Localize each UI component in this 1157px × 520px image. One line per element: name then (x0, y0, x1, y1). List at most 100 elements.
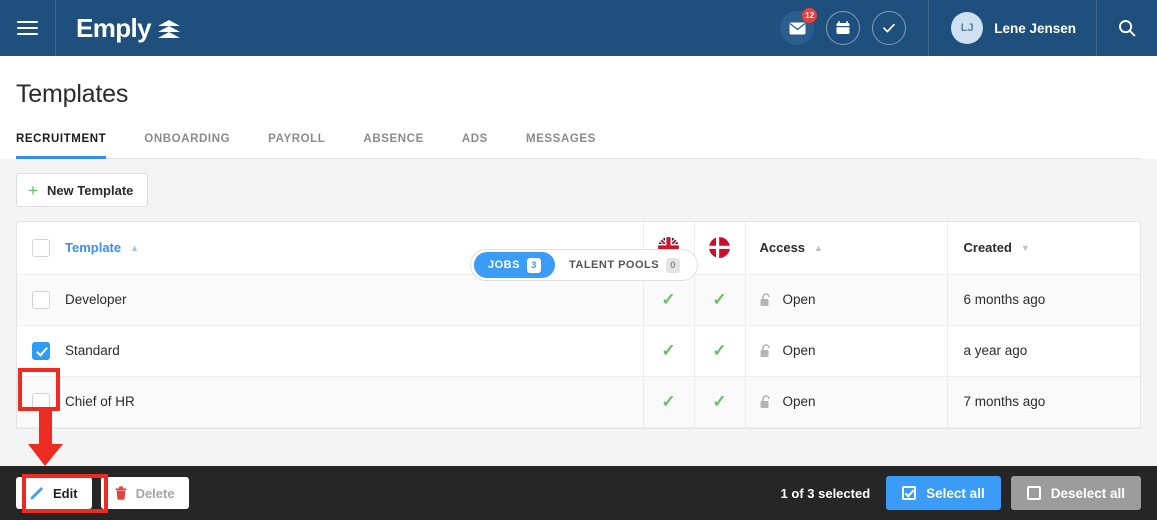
chevron-down-icon: ▼ (1020, 242, 1030, 253)
brand-logo[interactable]: Emply (76, 12, 181, 44)
trash-icon (115, 486, 127, 500)
row-flag-dk: ✓ (693, 376, 745, 427)
tab-bar: RECRUITMENT ONBOARDING PAYROLL ABSENCE A… (16, 127, 1141, 159)
column-created-label: Created (963, 240, 1012, 256)
row-flag-en: ✓ (642, 325, 694, 376)
tab-messages[interactable]: MESSAGES (526, 127, 596, 158)
select-all-button[interactable]: Select all (886, 476, 1001, 510)
table-row[interactable]: Standard ✓ ✓ Open a year ago (17, 325, 1140, 376)
row-access-cell: Open (744, 274, 947, 325)
select-all-checkbox[interactable] (32, 238, 50, 257)
header-icon-group: 12 (780, 8, 928, 45)
row-flag-dk: ✓ (693, 325, 745, 376)
column-template-label: Template (65, 240, 122, 256)
hamburger-menu-icon[interactable] (0, 0, 56, 56)
plus-icon: + (28, 180, 38, 200)
user-menu[interactable]: LJ Lene Jensen (928, 0, 1097, 56)
column-flag-dk (693, 222, 745, 275)
delete-label: Delete (135, 485, 175, 501)
edit-label: Edit (53, 485, 78, 501)
select-all-label: Select all (926, 485, 985, 501)
brand-name: Emply (76, 12, 152, 43)
unlock-icon (760, 292, 770, 306)
row-access-label: Open (782, 343, 816, 358)
deselect-all-button[interactable]: Deselect all (1010, 476, 1141, 510)
row-checkbox-cell (17, 274, 65, 325)
row-created-label: 7 months ago (963, 394, 1046, 409)
checked-box-icon (902, 486, 917, 500)
calendar-icon (836, 21, 850, 34)
check-icon: ✓ (661, 391, 676, 411)
page-content: Templates RECRUITMENT ONBOARDING PAYROLL… (0, 56, 1157, 429)
check-icon (883, 23, 896, 33)
table-row[interactable]: Chief of HR ✓ ✓ Open 7 months ago (17, 376, 1140, 427)
new-template-label: New Template (46, 182, 134, 198)
row-created-label: a year ago (963, 343, 1028, 358)
toggle-jobs-count: 3 (526, 257, 541, 273)
tab-onboarding[interactable]: ONBOARDING (144, 127, 230, 158)
row-checkbox-cell (17, 325, 65, 376)
top-header-bar: Emply 12 LJ Lene Jensen (0, 0, 1157, 56)
delete-button[interactable]: Delete (100, 477, 189, 509)
table-row[interactable]: Developer ✓ ✓ Open 6 months ago (17, 274, 1140, 325)
row-created-cell: 6 months ago (946, 274, 1140, 325)
pencil-icon (30, 486, 44, 500)
search-icon (1119, 20, 1136, 37)
layers-icon (158, 18, 181, 38)
row-flag-dk: ✓ (693, 274, 745, 325)
user-name: Lene Jensen (994, 20, 1076, 36)
deselect-all-label: Deselect all (1050, 485, 1125, 501)
table-body: Developer ✓ ✓ Open 6 months ago Standard… (17, 274, 1140, 427)
unlock-icon (760, 343, 770, 357)
unlock-icon (760, 394, 770, 408)
toggle-talent-pools-label: TALENT POOLS (568, 259, 660, 271)
avatar: LJ (951, 12, 984, 44)
row-created-cell: 7 months ago (946, 376, 1140, 427)
check-icon: ✓ (712, 340, 727, 360)
denmark-flag-icon (709, 237, 730, 259)
tab-ads[interactable]: ADS (462, 127, 488, 158)
tab-absence[interactable]: ABSENCE (363, 127, 423, 158)
toggle-talent-pools[interactable]: TALENT POOLS 0 (555, 252, 694, 278)
messages-button[interactable]: 12 (780, 8, 818, 45)
column-access[interactable]: Access ▲ (744, 222, 947, 275)
toolbar: + New Template (0, 159, 1157, 221)
empty-box-icon (1026, 486, 1041, 500)
row-checkbox-cell (17, 376, 65, 427)
chevron-up-icon: ▲ (814, 242, 823, 253)
tasks-button[interactable] (872, 11, 907, 45)
check-icon: ✓ (661, 340, 676, 360)
column-access-label: Access (759, 240, 806, 256)
envelope-icon (789, 22, 806, 34)
row-checkbox[interactable] (32, 341, 50, 360)
calendar-button[interactable] (826, 11, 861, 45)
row-template-name: Standard (65, 343, 120, 358)
row-created-cell: a year ago (946, 325, 1140, 376)
toggle-jobs[interactable]: JOBS 3 (474, 252, 555, 278)
toggle-talent-pools-count: 0 (666, 257, 681, 273)
row-template-name: Chief of HR (65, 394, 135, 409)
chevron-up-icon: ▲ (130, 242, 140, 253)
row-access-label: Open (782, 394, 816, 409)
row-created-label: 6 months ago (963, 292, 1046, 307)
row-flag-en: ✓ (642, 274, 694, 325)
search-button[interactable] (1097, 0, 1157, 56)
page-title: Templates (16, 80, 129, 108)
page-header: Templates RECRUITMENT ONBOARDING PAYROLL… (0, 56, 1157, 159)
check-icon: ✓ (712, 391, 727, 411)
messages-badge: 12 (802, 8, 818, 23)
row-access-cell: Open (744, 325, 947, 376)
tab-payroll[interactable]: PAYROLL (268, 127, 325, 158)
row-checkbox[interactable] (32, 392, 50, 411)
select-all-header-cell (17, 222, 65, 275)
edit-button[interactable]: Edit (16, 477, 92, 509)
row-access-cell: Open (744, 376, 947, 427)
column-created[interactable]: Created ▼ (946, 222, 1140, 275)
row-access-label: Open (782, 292, 816, 307)
row-flag-en: ✓ (642, 376, 694, 427)
new-template-button[interactable]: + New Template (16, 173, 149, 207)
tab-recruitment[interactable]: RECRUITMENT (16, 127, 107, 159)
row-template-name: Developer (65, 292, 127, 307)
row-checkbox[interactable] (32, 290, 50, 309)
view-toggle: JOBS 3 TALENT POOLS 0 (470, 249, 699, 281)
